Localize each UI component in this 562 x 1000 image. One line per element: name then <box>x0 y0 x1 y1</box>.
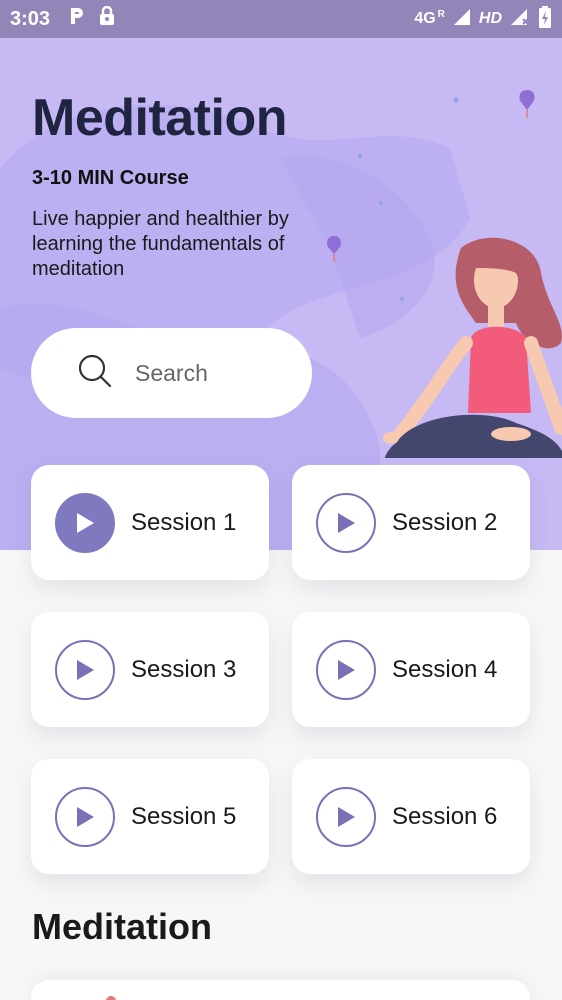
play-icon[interactable] <box>55 786 115 847</box>
play-icon[interactable] <box>316 639 376 700</box>
session-card-1[interactable]: Session 1 <box>31 465 269 580</box>
play-icon[interactable] <box>316 786 376 847</box>
course-description: Live happier and healthier by learning t… <box>32 208 289 280</box>
balloon-icon <box>106 996 116 1000</box>
search-bar[interactable] <box>31 328 312 418</box>
signal-icon-secondary <box>510 8 530 31</box>
session-label: Session 1 <box>131 508 237 536</box>
session-card-2[interactable]: Session 2 <box>292 465 530 580</box>
network-type: 4G <box>414 10 436 27</box>
status-time: 3:03 <box>10 7 51 30</box>
search-icon[interactable] <box>77 353 113 394</box>
balloon-icon <box>519 90 535 118</box>
course-duration: 3-10 MIN Course <box>32 167 189 189</box>
status-bar: 3:03 4G R HD <box>0 0 562 38</box>
parking-icon <box>68 6 86 32</box>
signal-icon <box>453 8 471 31</box>
play-icon[interactable] <box>316 492 376 553</box>
hd-indicator: HD <box>478 10 502 27</box>
play-icon[interactable] <box>55 492 115 553</box>
lock-icon <box>98 5 116 32</box>
session-label: Session 4 <box>392 655 498 683</box>
session-card-3[interactable]: Session 3 <box>31 612 269 727</box>
page-title: Meditation <box>32 89 287 147</box>
session-label: Session 6 <box>392 802 498 830</box>
meditating-woman-illustration <box>383 237 562 458</box>
session-label: Session 2 <box>392 508 498 536</box>
session-label: Session 5 <box>131 802 237 830</box>
section-title: Meditation <box>32 906 212 947</box>
meditation-card[interactable] <box>31 980 530 1000</box>
battery-icon <box>538 5 552 33</box>
play-icon[interactable] <box>55 639 115 700</box>
search-input[interactable] <box>135 359 285 387</box>
session-card-6[interactable]: Session 6 <box>292 759 530 874</box>
session-label: Session 3 <box>131 655 237 683</box>
roaming-indicator: R <box>437 8 445 20</box>
session-card-4[interactable]: Session 4 <box>292 612 530 727</box>
session-card-5[interactable]: Session 5 <box>31 759 269 874</box>
